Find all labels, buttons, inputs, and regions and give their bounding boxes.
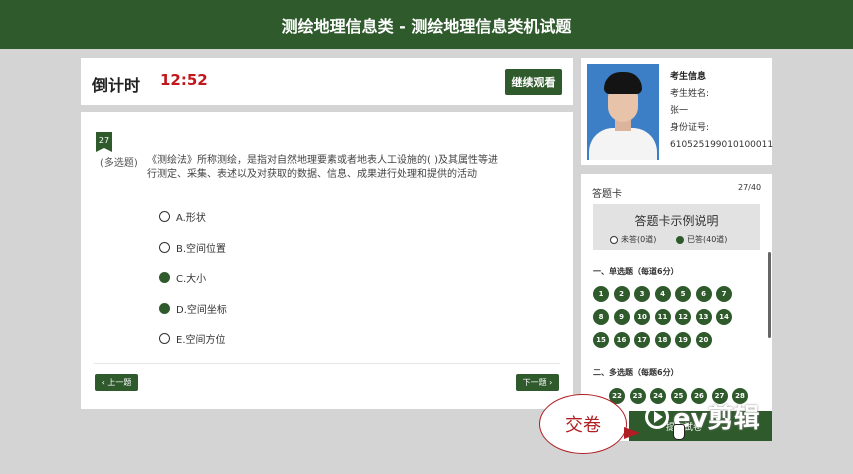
- question-footer-divider: [94, 363, 560, 364]
- answer-progress: 27/40: [738, 183, 762, 192]
- name-label: 考生姓名:: [670, 89, 710, 99]
- answer-card-number[interactable]: 12: [675, 309, 691, 325]
- question-number-badge: 27: [96, 132, 112, 152]
- id-value: 610525199010100011: [670, 140, 774, 150]
- answer-card-number[interactable]: 19: [675, 332, 691, 348]
- unanswered-dot-icon: [610, 235, 618, 244]
- option-label: A.形状: [176, 213, 206, 224]
- page-title: 测绘地理信息类 - 测绘地理信息类机试题: [0, 0, 853, 49]
- answer-card-number[interactable]: 13: [695, 309, 712, 325]
- answer-card-title: 答题卡: [592, 189, 622, 200]
- legend-title: 答题卡示例说明: [634, 214, 719, 228]
- submit-callout-bubble: 交卷: [539, 394, 640, 454]
- hand-cursor-icon: [673, 424, 685, 440]
- answer-card-number[interactable]: 14: [716, 309, 732, 325]
- option-b[interactable]: B.空间位置: [159, 240, 226, 255]
- radio-unchecked-icon[interactable]: [159, 242, 170, 253]
- option-a[interactable]: A.形状: [159, 209, 206, 224]
- option-label: B.空间位置: [176, 244, 227, 255]
- answer-card-number[interactable]: 2: [613, 286, 630, 302]
- option-c[interactable]: C.大小: [159, 270, 206, 285]
- question-panel: 27 (多选题) 《测绘法》所称测绘，是指对自然地理要素或者地表人工设施的( )…: [81, 112, 573, 409]
- legend-unanswered-label: 未答(0道): [621, 235, 657, 244]
- answer-card-number[interactable]: 3: [634, 286, 650, 302]
- answered-dot-icon: [676, 235, 684, 244]
- legend-unanswered: 未答(0道): [610, 234, 656, 245]
- continue-watching-button[interactable]: 继续观看: [505, 69, 562, 95]
- examinee-info-panel: 考生信息 考生姓名: 张一 身份证号: 610525199010100011: [581, 58, 774, 165]
- countdown-time: 12:52: [160, 71, 208, 89]
- avatar: [587, 64, 659, 160]
- answer-card-legend: 答题卡示例说明 未答(0道) 已答(40道): [593, 204, 760, 250]
- answer-card-number[interactable]: 23: [629, 388, 646, 404]
- answer-card-number[interactable]: 15: [593, 332, 609, 348]
- timer-panel: 倒计时 12:52 继续观看: [81, 58, 573, 105]
- answer-card-number[interactable]: 5: [675, 286, 691, 302]
- answer-card-number[interactable]: 1: [593, 286, 609, 302]
- answer-card-number[interactable]: 8: [593, 309, 609, 325]
- watermark-text: ev剪辑: [673, 404, 760, 434]
- answer-card-number[interactable]: 7: [716, 286, 732, 302]
- option-e[interactable]: E.空间方位: [159, 331, 226, 346]
- prev-question-label: 上一题: [107, 378, 132, 387]
- option-label: D.空间坐标: [176, 305, 227, 316]
- id-label: 身份证号:: [670, 123, 710, 133]
- radio-checked-icon[interactable]: [159, 272, 170, 283]
- next-question-label: 下一题: [522, 378, 547, 387]
- answer-card-number[interactable]: 17: [634, 332, 650, 348]
- answer-card-number[interactable]: 20: [695, 332, 712, 348]
- answer-card-number[interactable]: 16: [613, 332, 630, 348]
- name-value: 张一: [670, 106, 689, 116]
- option-label: E.空间方位: [176, 335, 226, 346]
- section-single-choice-title: 一、单选题（每道6分）: [593, 267, 679, 276]
- question-type: (多选题): [100, 158, 138, 169]
- answer-card-number[interactable]: 11: [654, 309, 671, 325]
- section-multi-choice-title: 二、多选题（每题6分）: [593, 368, 679, 377]
- option-label: C.大小: [176, 274, 207, 285]
- answer-card-number[interactable]: 9: [613, 309, 630, 325]
- answer-card-number[interactable]: 6: [695, 286, 712, 302]
- next-question-button[interactable]: 下一题 ›: [516, 374, 559, 391]
- radio-unchecked-icon[interactable]: [159, 211, 170, 222]
- radio-unchecked-icon[interactable]: [159, 333, 170, 344]
- answer-card-number[interactable]: 4: [654, 286, 671, 302]
- legend-answered-label: 已答(40道): [687, 235, 728, 244]
- answer-card-number[interactable]: 10: [634, 309, 650, 325]
- prev-question-button[interactable]: ‹ 上一题: [95, 374, 138, 391]
- radio-checked-icon[interactable]: [159, 303, 170, 314]
- chevron-right-icon: ›: [549, 378, 553, 387]
- answer-card-scrollbar[interactable]: [768, 252, 771, 338]
- answer-card-number[interactable]: 18: [654, 332, 671, 348]
- ev-watermark: ev剪辑: [645, 398, 760, 435]
- legend-answered: 已答(40道): [676, 234, 727, 245]
- countdown-label: 倒计时: [92, 76, 141, 95]
- chevron-left-icon: ‹: [101, 378, 105, 387]
- option-d[interactable]: D.空间坐标: [159, 301, 227, 316]
- question-text: 《测绘法》所称测绘，是指对自然地理要素或者地表人工设施的( )及其属性等进行测定…: [147, 155, 498, 180]
- play-icon: [645, 404, 669, 429]
- examinee-info-title: 考生信息: [670, 72, 707, 82]
